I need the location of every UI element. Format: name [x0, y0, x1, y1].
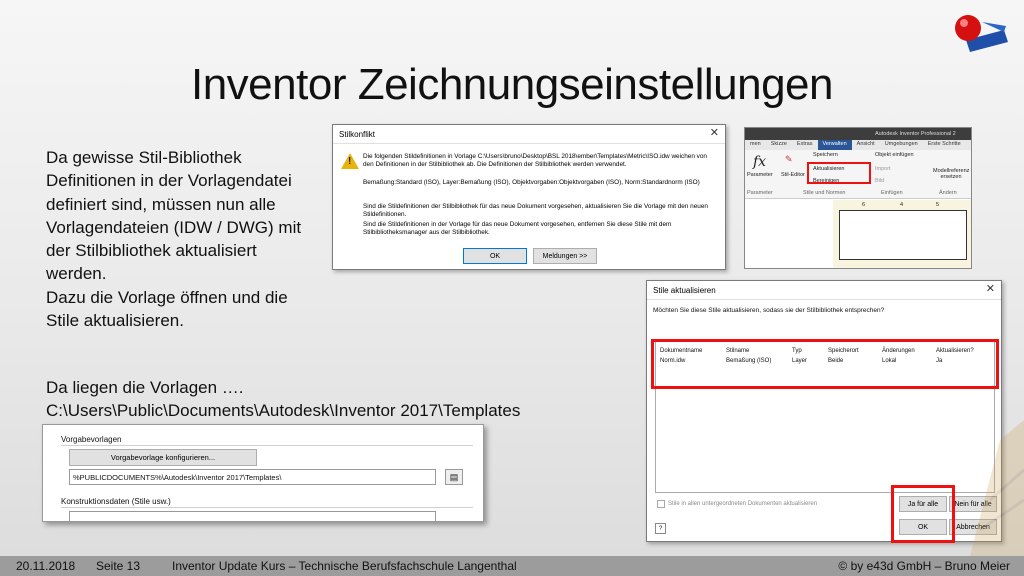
divider: [61, 507, 473, 508]
parameter-label[interactable]: Parameter: [747, 172, 773, 178]
stile-aktualisieren-dialog: Stile aktualisieren ✕ Möchten Sie diese …: [646, 280, 1002, 543]
tab-umgebungen[interactable]: Umgebungen: [880, 140, 923, 150]
group-stile: Stile und Normen: [803, 190, 846, 196]
decorative-machine-graphic: [970, 420, 1024, 556]
sheet-number: 6: [862, 202, 866, 208]
dialog-title: Stile aktualisieren: [647, 281, 1001, 300]
sheet-number: 4: [900, 202, 904, 208]
message-3: Sind die Stildefinitionen der Stilbiblio…: [363, 203, 708, 218]
sheet-border: 6 4 5: [839, 202, 967, 260]
bild-button[interactable]: Bild: [875, 178, 884, 184]
checkbox-label: Stile in allen untergeordneten Dokumente…: [668, 501, 818, 507]
ribbon-tabs: men Skizze Extras Verwalten Ansicht Umge…: [745, 140, 971, 150]
vorgabevorlagen-panel: Vorgabevorlagen Vorgabevorlage konfiguri…: [42, 424, 484, 522]
close-icon[interactable]: ✕: [710, 128, 719, 139]
warning-icon: !: [341, 153, 359, 169]
stilkonflikt-dialog: Stilkonflikt ✕ ! Die folgenden Stildefin…: [332, 124, 726, 270]
objekt-einfuegen-button[interactable]: Objekt einfügen: [875, 152, 914, 158]
path-value: C:\Users\Public\Documents\Autodesk\Inven…: [46, 401, 521, 421]
ok-button[interactable]: OK: [463, 248, 527, 264]
details-button[interactable]: Meldungen >>: [533, 248, 597, 264]
update-all-checkbox[interactable]: Stile in allen untergeordneten Dokumente…: [657, 500, 817, 508]
message-4: Sind die Stildefinitionen in der Vorlage…: [363, 221, 672, 236]
footer-course: Inventor Update Kurs – Technische Berufs…: [172, 559, 517, 573]
template-path-text: Da liegen die Vorlagen …. C:\Users\Publi…: [46, 376, 520, 423]
stil-editor-icon[interactable]: ✎: [785, 154, 793, 165]
app-title-bar: Autodesk Inventor Professional 2: [745, 128, 971, 140]
tab-men[interactable]: men: [745, 140, 766, 150]
speichern-button[interactable]: Speichern: [813, 152, 838, 158]
close-icon[interactable]: ✕: [986, 284, 995, 295]
message-1: Die folgenden Stildefinitionen in Vorlag…: [363, 153, 707, 168]
fx-icon[interactable]: fx: [753, 154, 766, 170]
body-text: Da gewisse Stil-Bibliothek Definitionen …: [46, 148, 302, 331]
table-highlight: [651, 339, 999, 389]
checkbox-box[interactable]: [657, 500, 665, 508]
tab-extras[interactable]: Extras: [792, 140, 818, 150]
tab-verwalten[interactable]: Verwalten: [817, 140, 852, 150]
group-einfuegen: Einfügen: [881, 190, 903, 196]
path-intro: Da liegen die Vorlagen ….: [46, 378, 244, 397]
drawing-sheet: 6 4 5: [833, 200, 971, 268]
help-icon[interactable]: ?: [655, 523, 666, 534]
e43d-logo: [955, 15, 1008, 52]
import-button[interactable]: Import: [875, 166, 891, 172]
modellreferenz-button[interactable]: Modellreferenz ersetzen: [933, 168, 969, 180]
group-vorgabevorlagen: Vorgabevorlagen: [61, 435, 122, 444]
aktualisieren-highlight: [807, 162, 871, 184]
footer-page: Seite 13: [96, 559, 141, 573]
configure-template-button[interactable]: Vorgabevorlage konfigurieren...: [69, 449, 257, 466]
divider: [61, 445, 473, 446]
sheet-number: 5: [936, 202, 940, 208]
slide-title: Inventor Zeichnungseinstellungen: [190, 60, 834, 109]
message-2: Bemaßung:Standard (ISO), Layer:Bemaßung …: [363, 179, 700, 186]
stil-editor-label[interactable]: Stil-Editor: [781, 172, 805, 178]
footer-date: 20.11.2018: [16, 559, 76, 573]
footer-bar: 20.11.2018 Seite 13 Inventor Update Kurs…: [0, 556, 1024, 576]
design-data-field[interactable]: [69, 511, 436, 521]
group-konstruktionsdaten: Konstruktionsdaten (Stile usw.): [61, 497, 171, 506]
group-parameter: Parameter: [747, 190, 773, 196]
dialog-question: Möchten Sie diese Stile aktualisieren, s…: [653, 307, 885, 314]
folder-icon[interactable]: ▤: [445, 469, 463, 485]
tab-ansicht[interactable]: Ansicht: [852, 140, 880, 150]
ribbon-screenshot: Autodesk Inventor Professional 2 men Ski…: [744, 127, 972, 269]
footer-copyright: © by e43d GmbH – Bruno Meier: [838, 559, 1010, 573]
dialog-title: Stilkonflikt: [333, 125, 725, 144]
template-path-field[interactable]: %PUBLICDOCUMENTS%\Autodesk\Inventor 2017…: [69, 469, 436, 485]
tab-erste-schritte[interactable]: Erste Schritte: [923, 140, 966, 150]
tab-skizze[interactable]: Skizze: [766, 140, 792, 150]
buttons-highlight: [891, 485, 955, 543]
group-aendern: Ändern: [939, 190, 957, 196]
